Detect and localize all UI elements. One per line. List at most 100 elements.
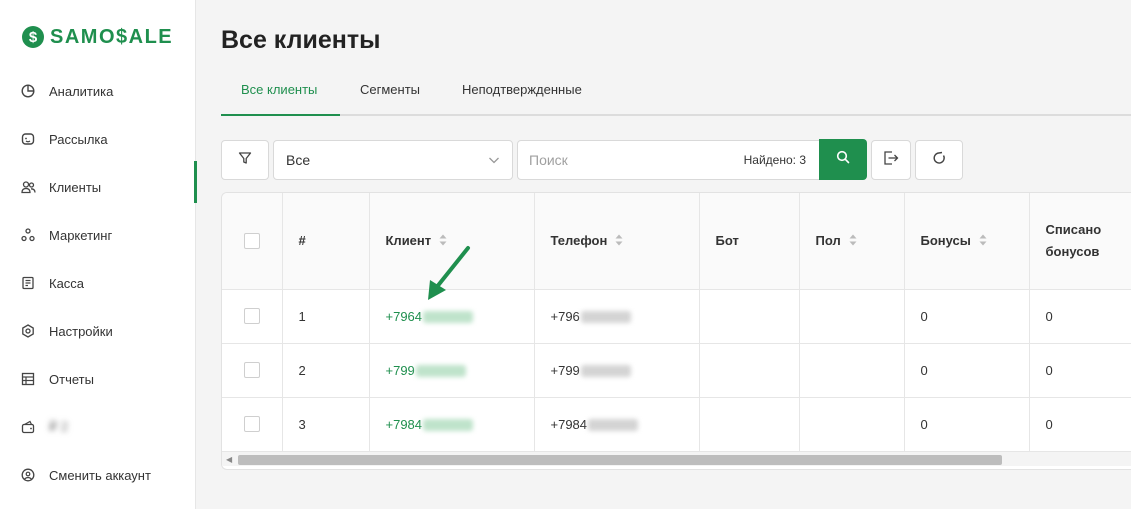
sidebar-item-label: Касса bbox=[49, 275, 85, 291]
sidebar-item-label: Сменить аккаунт bbox=[49, 467, 151, 483]
found-count: Найдено: 3 bbox=[743, 153, 806, 167]
logo-mark: $ bbox=[22, 26, 44, 48]
filter-select-value: Все bbox=[286, 152, 311, 168]
marketing-icon bbox=[20, 227, 36, 243]
tab-segments[interactable]: Сегменты bbox=[360, 82, 420, 97]
search-icon bbox=[836, 150, 850, 169]
mailing-icon bbox=[20, 131, 36, 147]
annotation-arrow-icon bbox=[428, 246, 470, 300]
sidebar-item-cashbox[interactable]: Касса bbox=[0, 263, 196, 303]
gender-cell bbox=[799, 289, 905, 344]
sidebar-item-label: Настройки bbox=[49, 323, 113, 339]
gender-cell bbox=[799, 343, 905, 398]
sidebar-item-label: Маркетинг bbox=[49, 227, 113, 243]
row-checkbox[interactable] bbox=[244, 362, 260, 379]
reports-icon bbox=[20, 371, 36, 387]
row-checkbox[interactable] bbox=[244, 416, 260, 433]
logo[interactable]: $ SAMO$ALE bbox=[22, 24, 173, 50]
client-link[interactable]: +799 bbox=[386, 363, 415, 378]
table-row[interactable]: 1 +7964 +796 0 0 bbox=[222, 289, 1131, 344]
bot-cell bbox=[699, 397, 800, 452]
column-header-gender[interactable]: Пол bbox=[799, 193, 905, 290]
column-header-bonuses[interactable]: Бонусы bbox=[904, 193, 1030, 290]
filter-icon bbox=[238, 151, 252, 170]
tab-unconfirmed[interactable]: Неподтвержденные bbox=[462, 82, 582, 97]
redacted-digits bbox=[580, 311, 631, 324]
row-number: 2 bbox=[282, 343, 370, 398]
client-link[interactable]: +7984 bbox=[386, 417, 423, 432]
sidebar-item-label: ₽ 2 bbox=[49, 419, 69, 434]
sidebar: $ SAMO$ALE Аналитика Рассылка Клиенты Ма… bbox=[0, 0, 197, 509]
sidebar-item-marketing[interactable]: Маркетинг bbox=[0, 215, 196, 255]
sidebar-item-wallet[interactable]: ₽ 2 bbox=[0, 407, 196, 447]
sidebar-item-analytics[interactable]: Аналитика bbox=[0, 71, 196, 111]
filter-select[interactable]: Все bbox=[273, 140, 513, 180]
scrollbar-thumb[interactable] bbox=[238, 455, 1002, 465]
client-cell: +7984 bbox=[369, 397, 535, 452]
search-input[interactable] bbox=[518, 141, 728, 179]
sort-icon[interactable] bbox=[615, 234, 623, 249]
row-number: 3 bbox=[282, 397, 370, 452]
row-select-cell bbox=[222, 289, 283, 344]
phone-cell: +796 bbox=[534, 289, 700, 344]
bot-cell bbox=[699, 343, 800, 398]
redacted-digits bbox=[580, 365, 631, 378]
active-tab-indicator bbox=[221, 114, 340, 116]
row-number: 1 bbox=[282, 289, 370, 344]
page-title: Все клиенты bbox=[221, 26, 381, 54]
column-header-written-off: Списано бонусов bbox=[1029, 193, 1131, 290]
scroll-left-arrow-icon[interactable]: ◀ bbox=[226, 455, 232, 464]
row-select-cell bbox=[222, 343, 283, 398]
column-header-label: Пол bbox=[815, 232, 841, 248]
sidebar-item-label: Рассылка bbox=[49, 131, 108, 147]
table-row[interactable]: 3 +7984 +7984 0 0 bbox=[222, 397, 1131, 452]
filter-button[interactable] bbox=[221, 140, 269, 180]
written-off-cell: 0 bbox=[1029, 397, 1131, 452]
horizontal-scrollbar[interactable]: ◀ bbox=[222, 452, 1131, 466]
export-icon bbox=[883, 150, 899, 170]
column-header-phone[interactable]: Телефон bbox=[534, 193, 700, 290]
sidebar-item-switch-account[interactable]: Сменить аккаунт bbox=[0, 455, 196, 495]
phone-cell: +7984 bbox=[534, 397, 700, 452]
sort-icon[interactable] bbox=[979, 234, 987, 249]
select-all-checkbox[interactable] bbox=[244, 233, 260, 250]
phone-value: +7984 bbox=[550, 416, 588, 432]
table-header-row: # Клиент Телефон Бот Пол Бонусы Списано … bbox=[222, 193, 1131, 290]
redacted-digits bbox=[588, 419, 639, 432]
search-box: Найдено: 3 bbox=[517, 140, 820, 180]
header-select-all-cell bbox=[222, 193, 283, 290]
bonuses-cell: 0 bbox=[904, 289, 1030, 344]
row-select-cell bbox=[222, 397, 283, 452]
sort-icon[interactable] bbox=[849, 234, 857, 249]
chevron-down-icon bbox=[488, 153, 500, 169]
row-checkbox[interactable] bbox=[244, 308, 260, 325]
clients-table: # Клиент Телефон Бот Пол Бонусы Списано … bbox=[221, 192, 1131, 470]
column-header-bot: Бот bbox=[699, 193, 800, 290]
sidebar-item-reports[interactable]: Отчеты bbox=[0, 359, 196, 399]
sidebar-item-mailing[interactable]: Рассылка bbox=[0, 119, 196, 159]
table-row[interactable]: 2 +799 +799 0 0 bbox=[222, 343, 1131, 398]
written-off-cell: 0 bbox=[1029, 343, 1131, 398]
redacted-digits bbox=[415, 365, 466, 378]
client-link[interactable]: +7964 bbox=[386, 309, 423, 324]
column-header-number: # bbox=[282, 193, 370, 290]
redacted-digits bbox=[423, 419, 474, 432]
phone-cell: +799 bbox=[534, 343, 700, 398]
sidebar-item-clients[interactable]: Клиенты bbox=[0, 161, 197, 207]
phone-value: +799 bbox=[550, 362, 580, 378]
analytics-icon bbox=[20, 83, 36, 99]
refresh-button[interactable] bbox=[915, 140, 963, 180]
bonuses-cell: 0 bbox=[904, 397, 1030, 452]
sidebar-item-label: Отчеты bbox=[49, 371, 94, 387]
tab-all-clients[interactable]: Все клиенты bbox=[241, 82, 317, 97]
sidebar-item-label: Аналитика bbox=[49, 83, 114, 99]
column-header-label: Телефон bbox=[550, 232, 608, 248]
cashbox-icon bbox=[20, 275, 36, 291]
sidebar-item-settings[interactable]: Настройки bbox=[0, 311, 196, 351]
sidebar-item-label: Клиенты bbox=[49, 179, 102, 195]
clients-icon bbox=[20, 179, 36, 195]
search-button[interactable] bbox=[819, 139, 867, 180]
export-button[interactable] bbox=[871, 140, 911, 180]
refresh-icon bbox=[932, 151, 946, 170]
client-cell: +799 bbox=[369, 343, 535, 398]
